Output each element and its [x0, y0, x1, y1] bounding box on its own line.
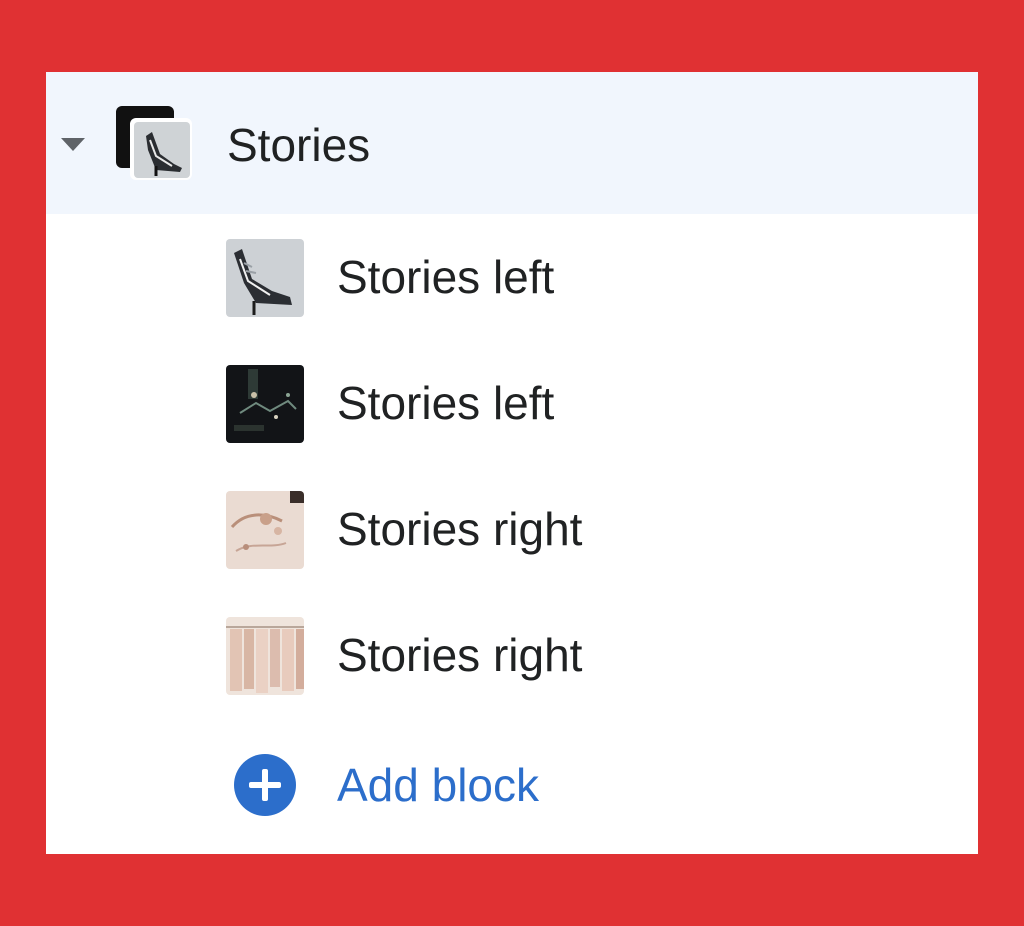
- block-row-stories-right-2[interactable]: Stories right: [46, 602, 978, 712]
- sections-panel: Stories Stories left Stories left Storie…: [46, 72, 978, 854]
- jewelry-photo-thumbnail: [226, 491, 304, 569]
- add-block-button[interactable]: Add block: [46, 732, 978, 842]
- block-label: Stories right: [337, 503, 583, 555]
- heels-photo-thumbnail: [226, 239, 304, 317]
- stories-section-icon: [116, 106, 196, 182]
- section-row-stories[interactable]: Stories: [46, 72, 978, 214]
- block-label: Stories right: [337, 629, 583, 681]
- block-label: Stories left: [337, 377, 555, 429]
- block-row-stories-left-2[interactable]: Stories left: [46, 350, 978, 460]
- section-title: Stories: [227, 119, 371, 171]
- plus-circle-icon[interactable]: [233, 753, 297, 817]
- block-label: Stories left: [337, 251, 555, 303]
- caret-down-icon[interactable]: [61, 138, 85, 151]
- dark-photo-thumbnail: [226, 365, 304, 443]
- add-block-label[interactable]: Add block: [337, 758, 539, 812]
- block-row-stories-left-1[interactable]: Stories left: [46, 224, 978, 334]
- clothes-rack-thumbnail: [226, 617, 304, 695]
- block-row-stories-right-1[interactable]: Stories right: [46, 476, 978, 586]
